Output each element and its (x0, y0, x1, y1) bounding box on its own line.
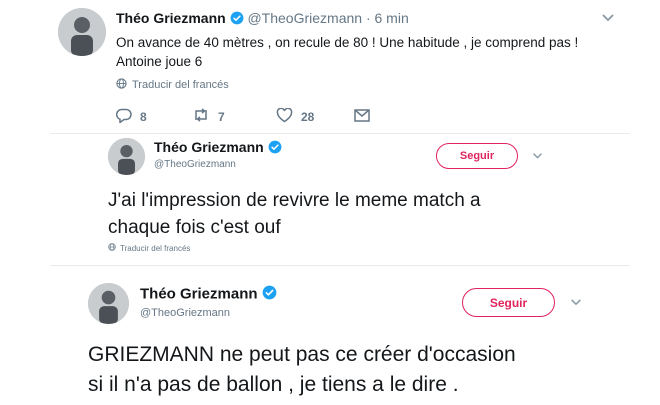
tweet-text-line: chaque fois c'est ouf (108, 217, 281, 238)
verified-badge-icon (268, 140, 282, 157)
author-name[interactable]: Théo Griezmann (140, 285, 258, 302)
avatar[interactable] (88, 283, 129, 324)
chevron-down-icon[interactable] (570, 298, 582, 307)
tweet-text: J'ai l'impression de revivre le meme mat… (108, 187, 481, 241)
tweet-text-line: GRIEZMANN ne peut pas ce créer d'occasio… (88, 343, 516, 366)
retweet-icon (192, 108, 218, 125)
author-name[interactable]: Théo Griezmann (154, 139, 264, 155)
author-name[interactable]: Théo Griezmann (116, 10, 226, 26)
heart-icon (276, 107, 301, 126)
tweet-text-line: Antoine joue 6 (116, 54, 203, 69)
tweet-text-line: si il n'a pas de ballon , je tiens a le … (88, 373, 459, 396)
chevron-down-icon[interactable] (532, 152, 543, 160)
chevron-down-icon[interactable] (601, 13, 615, 23)
tweet-time[interactable]: · 6 min (366, 10, 409, 26)
message-button[interactable] (354, 109, 378, 125)
like-count: 28 (301, 110, 315, 124)
reply-icon (115, 108, 140, 126)
author-handle[interactable]: @TheoGriezmann (140, 307, 230, 319)
envelope-icon (354, 109, 378, 125)
avatar[interactable] (58, 8, 106, 56)
reply-count: 8 (140, 110, 147, 124)
globe-icon (108, 243, 116, 253)
reply-button[interactable]: 8 (115, 108, 147, 126)
translate-link[interactable]: Traducir del francés (116, 78, 229, 92)
follow-button[interactable]: Seguir (436, 143, 518, 169)
translate-link[interactable]: Traducir del francés (108, 243, 190, 253)
verified-badge-icon (262, 285, 277, 304)
tweet-text: GRIEZMANN ne peut pas ce créer d'occasio… (88, 340, 516, 400)
globe-icon (116, 78, 127, 92)
author-handle[interactable]: @TheoGriezmann (154, 159, 236, 170)
follow-button[interactable]: Seguir (462, 288, 555, 317)
translate-label: Traducir del francés (120, 243, 191, 253)
retweet-button[interactable]: 7 (192, 108, 225, 125)
retweet-count: 7 (218, 109, 225, 124)
author-handle[interactable]: @TheoGriezmann (247, 10, 362, 26)
like-button[interactable]: 28 (276, 107, 315, 126)
tweet-text: On avance de 40 mètres , on recule de 80… (116, 33, 578, 71)
translate-label: Traducir del francés (132, 79, 229, 91)
divider (50, 265, 630, 266)
tweet-text-line: On avance de 40 mètres , on recule de 80… (116, 35, 579, 50)
tweet-text-line: J'ai l'impression de revivre le meme mat… (108, 190, 481, 211)
divider (50, 133, 630, 134)
verified-badge-icon (230, 11, 244, 28)
avatar[interactable] (108, 138, 145, 175)
